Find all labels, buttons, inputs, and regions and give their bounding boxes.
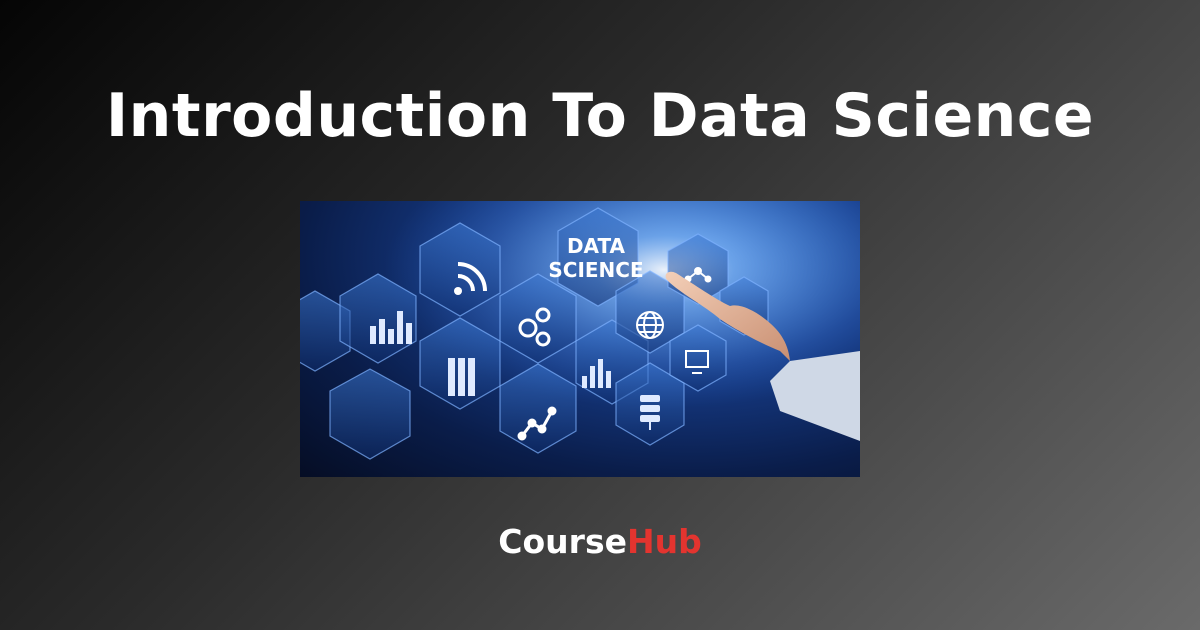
brand-part1: Course <box>498 522 627 561</box>
page-title: Introduction To Data Science <box>105 81 1095 151</box>
brand-logo: CourseHub <box>0 522 1200 561</box>
hero-image: DATA SCIENCE <box>300 201 860 477</box>
brand-part2: Hub <box>626 522 702 561</box>
hero-label-line2: SCIENCE <box>548 258 643 282</box>
server-icon <box>448 358 475 396</box>
hero-label-line1: DATA <box>567 234 626 258</box>
hero-illustration: DATA SCIENCE <box>300 201 860 477</box>
